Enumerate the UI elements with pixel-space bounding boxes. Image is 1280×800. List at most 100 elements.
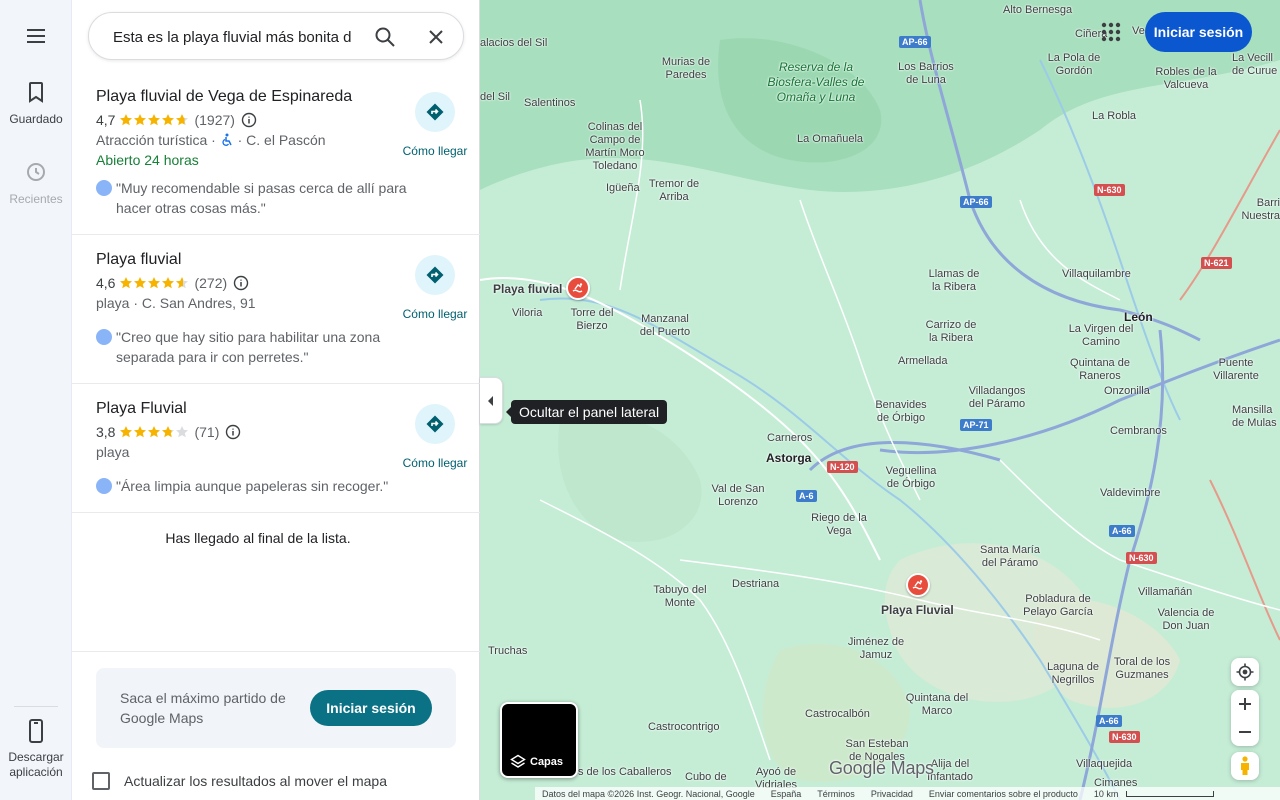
directions-button[interactable]: Cómo llegar	[395, 404, 475, 470]
info-icon[interactable]	[225, 424, 241, 440]
star-icon	[162, 277, 175, 289]
info-icon[interactable]	[241, 112, 257, 128]
star-icon	[134, 114, 147, 126]
saved-button[interactable]: Guardado	[0, 80, 72, 127]
star-icon	[162, 114, 175, 126]
search-icon[interactable]	[373, 25, 397, 49]
reviewer-avatar	[96, 180, 112, 196]
map-label: Carneros	[767, 432, 813, 444]
scale-bar	[1126, 790, 1215, 797]
review-count: (71)	[194, 424, 220, 440]
results-panel: Playa fluvial de Vega de Espinareda 4,7 …	[72, 0, 480, 800]
my-location-button[interactable]	[1231, 658, 1259, 686]
review-count: (272)	[194, 275, 228, 291]
update-results-label: Actualizar los resultados al mover el ma…	[124, 773, 388, 789]
result-title[interactable]: Playa fluvial de Vega de Espinareda	[96, 88, 352, 106]
star-rating	[119, 276, 189, 290]
rating-value: 3,8	[96, 424, 116, 440]
directions-button[interactable]: Cómo llegar	[395, 255, 475, 321]
close-icon[interactable]	[424, 25, 448, 49]
result-title[interactable]: Playa fluvial	[96, 251, 181, 269]
feedback-link[interactable]: Enviar comentarios sobre el producto	[929, 789, 1078, 799]
map-label: alacios del Sil	[480, 37, 548, 49]
update-results-toggle[interactable]: Actualizar los resultados al mover el ma…	[92, 772, 387, 790]
map-label: La Pola de Gordón	[1047, 52, 1101, 77]
map-label: Llamas de la Ribera	[928, 268, 980, 293]
rating-row: 4,6 (272)	[96, 273, 249, 293]
star-icon	[176, 114, 189, 126]
download-app-button[interactable]: Descargar aplicación	[0, 718, 72, 780]
end-of-list-message: Has llegado al final de la lista.	[165, 530, 351, 546]
result-category: Atracción turística	[96, 132, 208, 148]
privacy-link[interactable]: Privacidad	[871, 789, 913, 799]
result-title[interactable]: Playa Fluvial	[96, 400, 187, 418]
star-icon	[148, 277, 161, 289]
place-pin[interactable]	[566, 276, 590, 300]
result-meta: playa	[96, 444, 130, 460]
signin-button[interactable]: Iniciar sesión	[1145, 12, 1252, 52]
star-icon	[120, 426, 133, 438]
collapse-panel-tooltip: Ocultar el panel lateral	[505, 400, 668, 424]
map-label: Quintana del Marco	[905, 692, 969, 717]
star-icon	[148, 426, 161, 438]
road-shield: N-120	[827, 461, 858, 473]
history-icon	[27, 163, 45, 181]
map-label: Santa María del Páramo	[980, 544, 1040, 569]
review-count: (1927)	[194, 112, 235, 128]
apps-grid-icon[interactable]	[1097, 18, 1125, 46]
terms-link[interactable]: Términos	[817, 789, 855, 799]
download-app-label: Descargar aplicación	[8, 750, 64, 779]
city-label: Astorga	[766, 451, 812, 465]
phone-icon	[29, 719, 43, 743]
map-label: Carrizo de la Ribera	[925, 319, 977, 344]
recent-label: Recientes	[9, 192, 63, 206]
recent-button[interactable]: Recientes	[0, 160, 72, 207]
map-label: Viloria	[512, 307, 543, 319]
road-shield: N-621	[1201, 257, 1232, 269]
map-label: Cembranos	[1110, 425, 1167, 437]
map-label: Villaquejida	[1076, 758, 1133, 770]
promo-text: Saca el máximo partido de Google Maps	[120, 690, 286, 726]
road-shield: N-630	[1109, 731, 1140, 743]
map-label: Los Barrios de Luna	[898, 61, 954, 86]
map-label: Castrocontrigo	[648, 721, 720, 733]
map-label: Villaquilambre	[1062, 268, 1131, 280]
map-label: Robles de la Valcueva	[1155, 66, 1217, 91]
place-pin[interactable]	[906, 573, 930, 597]
review-snippet: "Creo que hay sitio para habilitar una z…	[96, 327, 436, 367]
directions-circle	[415, 404, 455, 444]
map-label: Castrocalbón	[805, 708, 870, 720]
poi-label[interactable]: Playa Fluvial	[881, 604, 954, 617]
map-label: Cubo de	[685, 771, 727, 783]
map-label: Igüeña	[606, 182, 640, 194]
layers-button[interactable]: Capas	[500, 702, 578, 778]
layers-icon	[510, 754, 526, 768]
result-item[interactable]: Playa fluvial 4,6 (272) playa · C. San A…	[72, 235, 480, 384]
promo-signin-button[interactable]: Iniciar sesión	[310, 690, 432, 726]
result-item[interactable]: Playa Fluvial 3,8 (71) playa "Área limpi…	[72, 384, 480, 513]
map-label: Valencia de Don Juan	[1157, 607, 1215, 632]
map-attribution: Datos del mapa ©2026 Inst. Geogr. Nacion…	[535, 787, 1280, 800]
collapse-panel-button[interactable]	[480, 377, 503, 424]
result-item[interactable]: Playa fluvial de Vega de Espinareda 4,7 …	[72, 72, 480, 235]
map-label: Pobladura de Pelayo García	[1023, 593, 1093, 618]
search-input[interactable]	[113, 26, 363, 48]
road-shield: AP-66	[960, 196, 992, 208]
country-link[interactable]: España	[771, 789, 802, 799]
rail-divider	[14, 706, 58, 707]
map-label: Manzanal del Puerto	[639, 313, 691, 338]
poi-label[interactable]: Playa fluvial	[493, 283, 562, 296]
map-label: La Vecill de Curue	[1232, 52, 1278, 77]
star-rating	[119, 113, 189, 127]
menu-button[interactable]	[0, 24, 72, 48]
map-label: Toral de los Guzmanes	[1113, 656, 1171, 681]
zoom-in-icon[interactable]	[1238, 697, 1252, 711]
directions-button[interactable]: Cómo llegar	[395, 92, 475, 158]
update-results-checkbox[interactable]	[92, 772, 110, 790]
zoom-out-icon[interactable]	[1238, 725, 1252, 739]
open-status: Abierto 24 horas	[96, 152, 199, 168]
review-text: "Área limpia aunque papeleras sin recoge…	[116, 478, 389, 494]
street-view-pegman[interactable]	[1231, 752, 1259, 780]
directions-circle	[415, 255, 455, 295]
info-icon[interactable]	[233, 275, 249, 291]
